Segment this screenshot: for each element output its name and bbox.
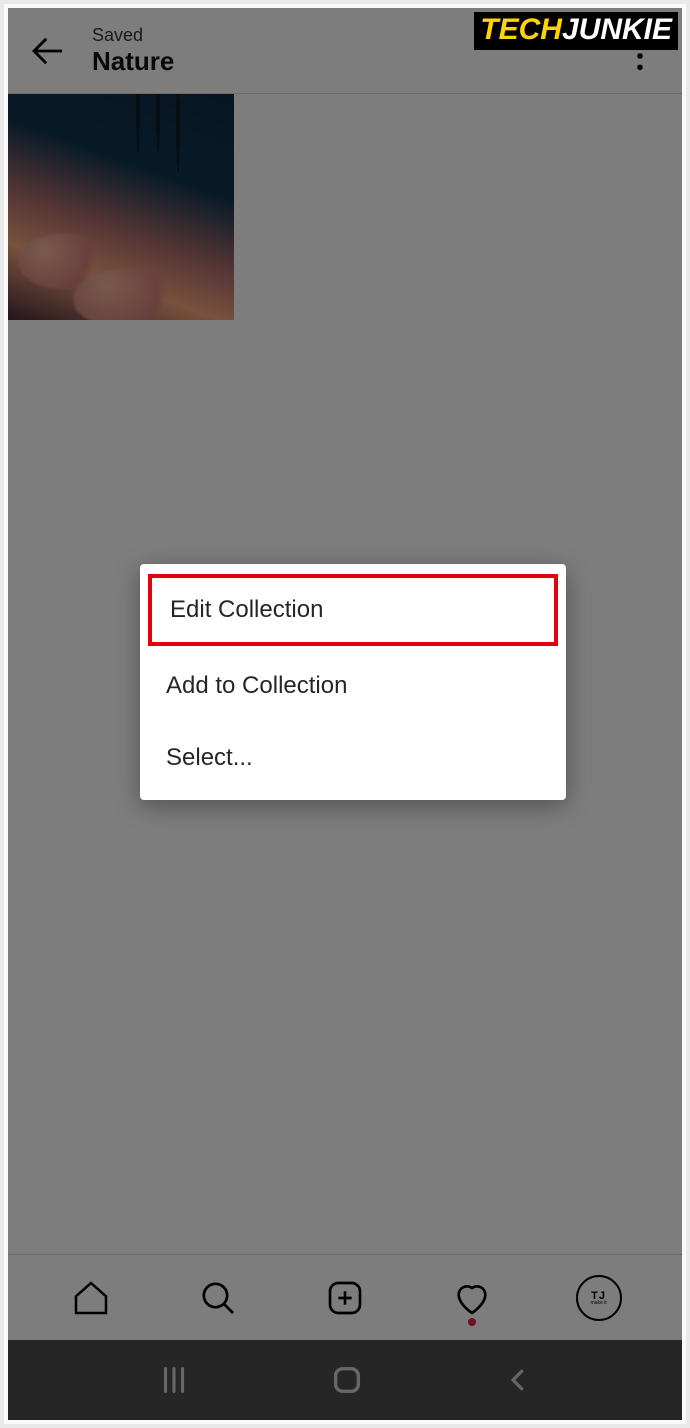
watermark-logo: TECHJUNKIE — [474, 12, 678, 50]
device-frame: Saved Nature — [0, 0, 690, 1428]
watermark-part2: JUNKIE — [562, 13, 672, 46]
menu-select[interactable]: Select... — [140, 722, 566, 794]
context-menu: Edit Collection Add to Collection Select… — [140, 564, 566, 800]
menu-add-to-collection[interactable]: Add to Collection — [140, 650, 566, 722]
watermark-part1: TECH — [480, 13, 562, 46]
menu-edit-collection[interactable]: Edit Collection — [148, 574, 558, 646]
screen: Saved Nature — [8, 8, 682, 1420]
